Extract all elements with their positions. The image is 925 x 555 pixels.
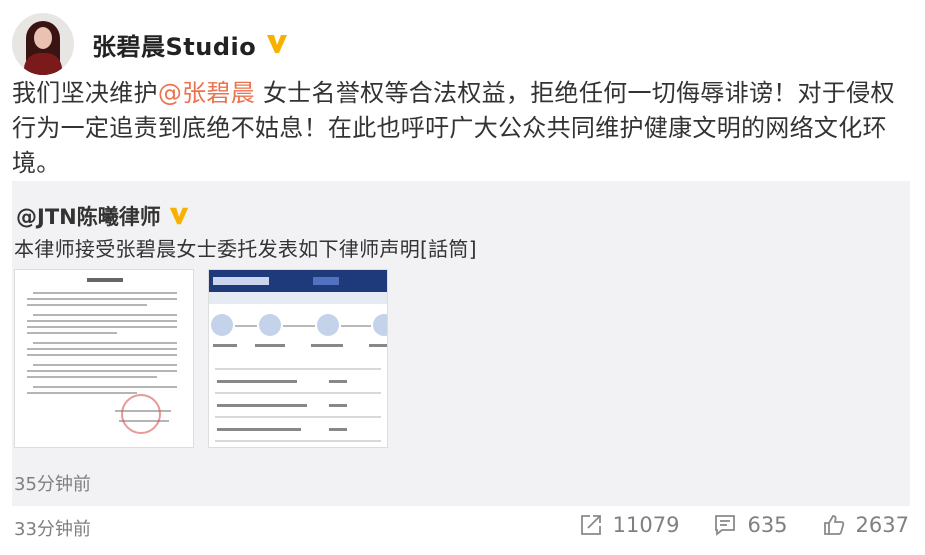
- document-text-line: [27, 354, 177, 356]
- like-button[interactable]: 2637: [822, 513, 909, 537]
- repost-author: @JTN陈曦律师: [16, 201, 191, 231]
- website-active-tab: [313, 277, 339, 285]
- repost-text: 本律师接受张碧晨女士委托发表如下律师声明[話筒]: [14, 237, 477, 261]
- comment-icon: [715, 515, 736, 536]
- verified-badge-icon: [169, 207, 188, 225]
- avatar-face: [34, 27, 52, 49]
- comment-count: 635: [747, 513, 788, 537]
- post-text: 我们坚决维护@张碧晨 女士名誉权等合法权益，拒绝任何一切侮辱诽谤！对于侵权行为一…: [12, 76, 912, 181]
- website-step-connector: [235, 325, 257, 327]
- comment-button[interactable]: 635: [713, 513, 788, 537]
- repost-count: 11079: [612, 513, 680, 537]
- website-table-row: [215, 392, 381, 394]
- document-text-line: [33, 364, 177, 366]
- lawyer-statement-document-image[interactable]: [14, 269, 194, 448]
- website-step-circle: [211, 314, 233, 336]
- website-step-circle: [373, 314, 387, 336]
- post-header: 张碧晨Studio: [12, 12, 290, 76]
- post-text-before: 我们坚决维护: [12, 79, 158, 107]
- post-actions: 11079 635 2637: [545, 513, 909, 537]
- avatar[interactable]: [12, 13, 74, 75]
- website-table-row: [215, 416, 381, 418]
- repost-icon: [580, 515, 601, 535]
- like-icon: [823, 515, 844, 535]
- document-text-line: [33, 386, 177, 388]
- like-count: 2637: [855, 513, 909, 537]
- avatar-body: [24, 53, 62, 75]
- document-text-line: [33, 292, 177, 294]
- document-text-line: [27, 304, 147, 306]
- website-step-label: [369, 344, 387, 347]
- document-text-line: [27, 348, 177, 350]
- document-text-line: [27, 370, 177, 372]
- website-step-label: [311, 344, 343, 347]
- website-table-cell: [329, 380, 347, 383]
- document-text-line: [27, 320, 177, 322]
- website-step-circle: [259, 314, 281, 336]
- document-text-line: [27, 326, 177, 328]
- document-text-line: [33, 342, 177, 344]
- website-table-row: [215, 440, 381, 442]
- website-step-connector: [341, 325, 371, 327]
- website-logo-mark: [213, 277, 269, 285]
- repost-button[interactable]: 11079: [579, 513, 680, 537]
- repost-timestamp[interactable]: 35分钟前: [14, 470, 91, 496]
- document-text-line: [27, 298, 177, 300]
- website-step-label: [255, 344, 285, 347]
- repost-card[interactable]: @JTN陈曦律师 本律师接受张碧晨女士委托发表如下律师声明[話筒] 35分钟前: [12, 181, 910, 506]
- website-nav-strip: [209, 292, 387, 304]
- website-header-bar: [209, 270, 387, 292]
- website-table-cell: [217, 404, 307, 407]
- website-table-header: [215, 368, 381, 370]
- website-step-circle: [317, 314, 339, 336]
- document-title-mark: [87, 278, 123, 282]
- verified-badge-icon: [267, 35, 288, 53]
- repost-author-name[interactable]: @JTN陈曦律师: [16, 201, 161, 231]
- website-step-label: [213, 344, 237, 347]
- document-text-line: [27, 332, 117, 334]
- document-text-line: [33, 314, 177, 316]
- document-seal: [121, 394, 161, 434]
- document-text-line: [27, 376, 157, 378]
- document-text-line: [27, 392, 137, 394]
- website-table-cell: [329, 404, 347, 407]
- author-name[interactable]: 张碧晨Studio: [92, 27, 256, 62]
- post-timestamp[interactable]: 33分钟前: [14, 515, 91, 541]
- website-table-cell: [217, 428, 301, 431]
- website-step-connector: [283, 325, 315, 327]
- website-table-cell: [217, 380, 297, 383]
- court-website-screenshot-image[interactable]: [208, 269, 388, 448]
- website-table-cell: [329, 428, 347, 431]
- mention-link[interactable]: @张碧晨: [158, 79, 255, 107]
